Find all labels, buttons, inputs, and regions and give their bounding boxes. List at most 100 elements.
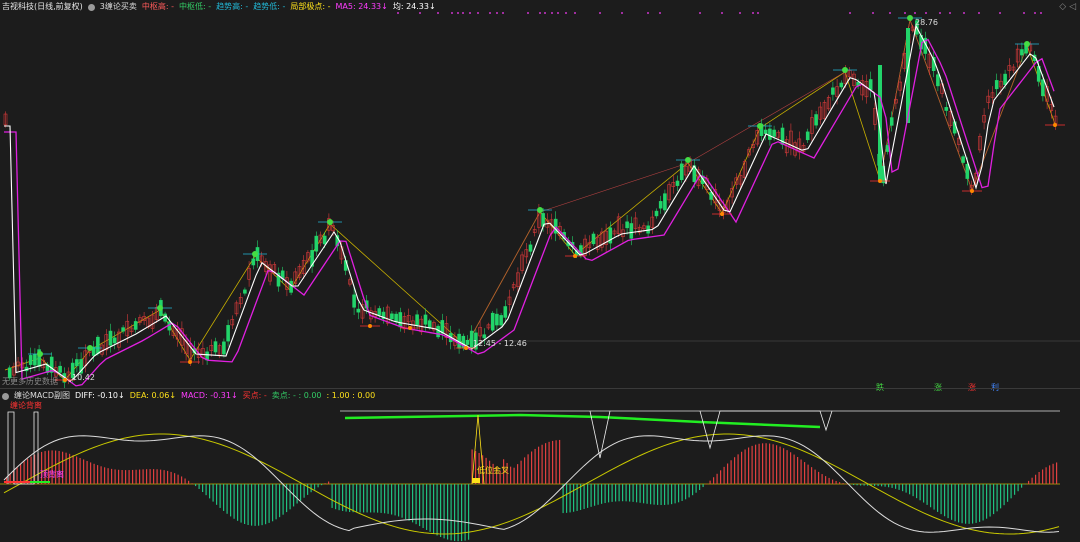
macd-histogram-bar	[6, 477, 8, 484]
macd-histogram-bar	[741, 451, 743, 484]
candle-body	[629, 223, 634, 239]
candle-body	[1041, 79, 1045, 97]
macd-histogram-bar	[1010, 484, 1012, 499]
macd-histogram-bar	[839, 482, 841, 484]
main-price-chart[interactable]	[0, 0, 1080, 388]
macd-histogram-bar	[639, 484, 641, 503]
signal-dot	[574, 12, 576, 14]
macd-histogram-bar	[548, 441, 550, 484]
macd-histogram-bar	[170, 471, 172, 484]
macd-histogram-bar	[797, 456, 799, 484]
macd-histogram-bar	[100, 466, 102, 484]
macd-histogram-bar	[468, 484, 470, 540]
macd-histogram-bar	[317, 484, 319, 488]
high-price-label: 28.76	[915, 18, 938, 27]
macd-histogram-bar	[209, 484, 211, 499]
signal-dot	[647, 12, 649, 14]
macd-histogram-bar	[629, 484, 631, 502]
macd-histogram-bar	[891, 484, 893, 488]
macd-histogram-bar	[898, 484, 900, 490]
macd-histogram-bar	[524, 457, 526, 484]
macd-histogram-bar	[97, 465, 99, 484]
candle-body	[805, 131, 810, 141]
macd-histogram-bar	[562, 484, 564, 514]
macd-histogram-bar	[688, 484, 690, 498]
candle-body	[75, 359, 79, 367]
macd-histogram-bar	[650, 484, 652, 505]
macd-histogram-bar	[454, 484, 456, 541]
macd-histogram-bar	[727, 463, 729, 484]
macd-histogram-bar	[363, 484, 365, 513]
zigzag-line	[4, 18, 1056, 381]
macd-histogram-bar	[968, 484, 970, 524]
candle-body	[96, 336, 100, 354]
macd-histogram-bar	[912, 484, 914, 497]
macd-histogram-bar	[811, 467, 813, 484]
candle-body	[108, 330, 113, 346]
macd-histogram-bar	[254, 484, 256, 526]
macd-histogram-bar	[926, 484, 928, 505]
macd-histogram-bar	[177, 474, 179, 484]
macd-histogram-bar	[226, 484, 228, 514]
macd-histogram-bar	[804, 462, 806, 484]
macd-histogram-bar	[188, 480, 190, 484]
macd-histogram-bar	[569, 484, 571, 513]
macd-histogram-bar	[643, 484, 645, 504]
signal-dot	[496, 12, 498, 14]
macd-histogram-bar	[1035, 474, 1037, 484]
macd-histogram-bar	[604, 484, 606, 504]
signal-dot	[1034, 12, 1036, 14]
macd-histogram-bar	[142, 469, 144, 484]
signal-dot	[752, 12, 754, 14]
signal-dot	[437, 12, 439, 14]
macd-histogram-bar	[846, 483, 848, 485]
macd-chart[interactable]	[0, 390, 1080, 542]
macd-histogram-bar	[856, 484, 858, 486]
macd-histogram-bar	[531, 451, 533, 484]
pivot-low-dot	[1053, 123, 1057, 127]
macd-histogram-bar	[303, 484, 305, 498]
macd-histogram-bar	[244, 484, 246, 524]
macd-histogram-bar	[1045, 467, 1047, 484]
signal-dot	[502, 12, 504, 14]
candle-body	[814, 114, 818, 126]
signal-dot	[527, 12, 529, 14]
signal-dot	[699, 12, 701, 14]
signal-dot	[599, 12, 601, 14]
candle-body	[772, 129, 776, 137]
macd-histogram-bar	[692, 484, 694, 496]
macd-histogram-bar	[905, 484, 907, 493]
macd-histogram-bar	[1056, 462, 1058, 484]
macd-histogram-bar	[972, 484, 974, 524]
macd-histogram-bar	[909, 484, 911, 495]
macd-histogram-bar	[580, 484, 582, 510]
macd-histogram-bar	[863, 484, 865, 486]
pivot-high-dot	[252, 251, 258, 257]
macd-histogram-bar	[587, 484, 589, 508]
macd-histogram-bar	[433, 484, 435, 534]
macd-histogram-bar	[954, 484, 956, 522]
pivot-high-dot	[757, 123, 763, 129]
macd-histogram-bar	[790, 452, 792, 484]
macd-histogram-bar	[695, 484, 697, 493]
macd-histogram-bar	[111, 468, 113, 484]
pivot-low-dot	[720, 212, 724, 216]
macd-histogram-bar	[93, 463, 95, 484]
macd-histogram-bar	[195, 484, 197, 487]
macd-histogram-bar	[674, 484, 676, 504]
candle-body	[415, 314, 419, 326]
macd-histogram-bar	[1031, 477, 1033, 484]
candle-body	[528, 244, 533, 252]
macd-histogram-bar	[538, 446, 540, 484]
macd-histogram-bar	[272, 484, 274, 522]
macd-histogram-bar	[163, 470, 165, 484]
macd-histogram-bar	[174, 473, 176, 484]
macd-histogram-bar	[513, 467, 515, 484]
macd-histogram-bar	[139, 469, 141, 484]
macd-histogram-bar	[636, 484, 638, 503]
macd-histogram-bar	[314, 484, 316, 490]
macd-histogram-bar	[860, 484, 862, 486]
macd-histogram-bar	[597, 484, 599, 505]
macd-histogram-bar	[1014, 484, 1016, 495]
pivot-low-dot	[970, 189, 974, 193]
